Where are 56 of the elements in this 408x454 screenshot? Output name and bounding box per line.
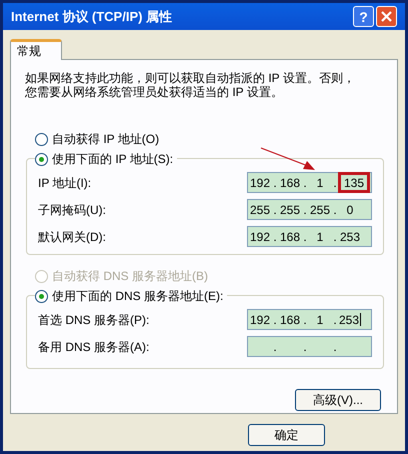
close-icon	[381, 11, 392, 22]
radio-button[interactable]	[35, 290, 48, 302]
octet-value: 168	[278, 228, 302, 246]
octet-value: 255	[248, 202, 272, 218]
octet-separator: .	[272, 202, 278, 218]
close-button[interactable]	[376, 6, 397, 27]
octet-value: 168	[278, 174, 302, 192]
octet-separator: .	[302, 202, 308, 218]
advanced-button[interactable]: 高级(V)...	[295, 389, 381, 411]
octet-separator: .	[332, 312, 338, 328]
octet-separator: .	[332, 228, 338, 246]
octet-value: 1	[316, 174, 324, 192]
octet-separator: .	[272, 312, 278, 328]
field-label: IP 地址(I):	[38, 174, 92, 192]
octet-separator: .	[272, 338, 278, 356]
octet-separator: .	[272, 174, 278, 192]
octet-value: 168	[278, 312, 302, 328]
radio-button[interactable]	[35, 152, 48, 166]
octet-separator: .	[302, 338, 308, 356]
octet-separator: .	[302, 228, 308, 246]
radio-label: 使用下面的 DNS 服务器地址(E):	[52, 288, 224, 305]
tab[interactable]: 常规	[10, 39, 62, 60]
ip-address-field[interactable]: 192 . 168 . 1 . 135	[247, 172, 372, 193]
field-label: 首选 DNS 服务器(P):	[38, 312, 150, 328]
octet-value: 1	[316, 312, 324, 328]
octet-value: 255	[308, 202, 332, 218]
description-text: 如果网络支持此功能，则可以获取自动指派的 IP 设置。否则，您需要从网络系统管理员处获得适当的 IP 设置。	[25, 71, 355, 99]
ip-address-field[interactable]: 255 . 255 . 255 . 0	[247, 199, 372, 220]
ip-address-field[interactable]: 192 . 168 . 1 . 253	[247, 226, 372, 247]
ip-address-field[interactable]: 192 . 168 . 1 . 253	[247, 309, 372, 330]
octet-separator: .	[302, 174, 308, 192]
octet-value: 253	[338, 312, 362, 328]
octet-value: 192	[248, 228, 272, 246]
field-label: 备用 DNS 服务器(A):	[38, 338, 150, 356]
octet-separator: .	[332, 174, 338, 192]
octet-value: 135	[338, 172, 370, 193]
field-label: 默认网关(D):	[38, 228, 106, 246]
octet-value: 192	[248, 312, 272, 328]
window-title: Internet 协议 (TCP/IP) 属性	[11, 8, 172, 26]
octet-value: 192	[248, 174, 272, 192]
octet-value: 253	[338, 228, 362, 246]
radio-button[interactable]	[35, 132, 48, 146]
octet-separator: .	[332, 338, 338, 356]
octet-separator: .	[272, 228, 278, 246]
field-label: 子网掩码(U):	[38, 202, 106, 218]
octet-value: 1	[316, 228, 324, 246]
octet-separator: .	[332, 202, 338, 218]
octet-value: 255	[278, 202, 302, 218]
radio-label: 自动获得 IP 地址(O)	[52, 131, 160, 148]
octet-separator: .	[302, 312, 308, 328]
octet-value: 0	[346, 202, 354, 218]
radio-label: 使用下面的 IP 地址(S):	[52, 151, 174, 168]
radio-label: 自动获得 DNS 服务器地址(B)	[52, 268, 208, 285]
ip-address-field[interactable]: . . .	[247, 336, 372, 357]
ok-button[interactable]: 确定	[248, 424, 325, 446]
help-button[interactable]: ?	[353, 6, 374, 27]
